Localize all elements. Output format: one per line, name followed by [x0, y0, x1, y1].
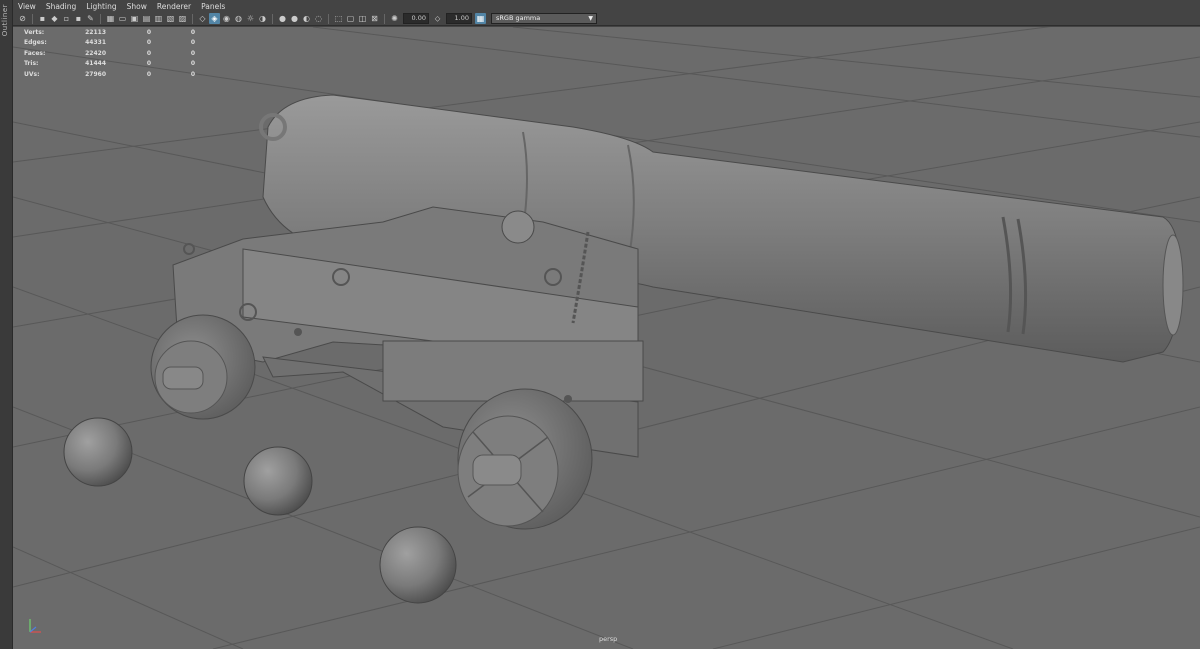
- safe-action-icon[interactable]: ▧: [165, 13, 176, 24]
- toolbar-divider: [384, 13, 385, 24]
- hud-value: 0: [146, 28, 151, 36]
- hud-value: 0: [146, 39, 151, 47]
- hud-label: Verts:: [24, 28, 45, 36]
- field-chart-icon[interactable]: ▥: [153, 13, 164, 24]
- hud-label: Tris:: [24, 60, 39, 68]
- toolbar-divider: [328, 13, 329, 24]
- exposure-icon[interactable]: ✺: [389, 13, 400, 24]
- wireframe-on-shaded-icon[interactable]: ◉: [221, 13, 232, 24]
- 3d-viewport[interactable]: Verts: 22113 0 0 Edges: 44331 0 0 Faces: 22420 0…: [13, 27, 1200, 649]
- cannonball-3: [379, 526, 457, 604]
- xray-icon[interactable]: ▢: [345, 13, 356, 24]
- color-space-value: sRGB gamma: [496, 14, 541, 22]
- chevron-down-icon: ▼: [588, 15, 593, 22]
- toolbar-divider: [272, 13, 273, 24]
- poly-count-hud: Verts: 22113 0 0 Edges: 44331 0 0 Faces: 22420 0…: [24, 27, 195, 80]
- hud-label: UVs:: [24, 70, 40, 78]
- motion-blur-icon[interactable]: ●: [289, 13, 300, 24]
- smooth-shade-icon[interactable]: ◈: [209, 13, 220, 24]
- hud-value: 0: [146, 49, 151, 57]
- menu-show[interactable]: Show: [122, 2, 152, 11]
- image-plane-icon[interactable]: ▫: [61, 13, 72, 24]
- hud-value: 22420: [85, 49, 106, 57]
- menu-panels[interactable]: Panels: [196, 2, 230, 11]
- textured-icon[interactable]: ◍: [233, 13, 244, 24]
- resolution-gate-icon[interactable]: ▣: [129, 13, 140, 24]
- hud-value: 0: [190, 28, 195, 36]
- view-transform-icon[interactable]: ▦: [475, 13, 486, 24]
- film-gate-icon[interactable]: ▭: [117, 13, 128, 24]
- hud-value: 0: [190, 49, 195, 57]
- menu-shading[interactable]: Shading: [41, 2, 81, 11]
- safe-title-icon[interactable]: ▨: [177, 13, 188, 24]
- menu-renderer[interactable]: Renderer: [152, 2, 196, 11]
- hud-label: Faces:: [24, 49, 46, 57]
- multisample-aa-icon[interactable]: ◐: [301, 13, 312, 24]
- shadows-icon[interactable]: ◑: [257, 13, 268, 24]
- hud-value: 44331: [85, 39, 106, 47]
- toolbar-divider: [100, 13, 101, 24]
- view-axis-icon: [29, 619, 41, 633]
- bookmarks-icon[interactable]: ◆: [49, 13, 60, 24]
- select-camera-icon[interactable]: ⊘: [17, 13, 28, 24]
- gamma-icon[interactable]: ⬦: [432, 13, 443, 24]
- panel-toolbar: ⊘ ▪ ◆ ▫ ▪ ✎ ▦ ▭ ▣ ▤ ▥ ▧ ▨ ◇ ◈ ◉ ◍ ☼ ◑ ● …: [13, 12, 1200, 26]
- carriage-wheel-right: [457, 388, 593, 530]
- outliner-tab[interactable]: Outliner: [0, 0, 13, 649]
- hud-value: 0: [146, 60, 151, 68]
- hud-label: Edges:: [24, 39, 47, 47]
- hud-value: 27960: [85, 70, 106, 78]
- xray-active-components-icon[interactable]: ◫: [357, 13, 368, 24]
- hud-row-tris: Tris: 41444 0 0: [24, 59, 195, 70]
- hud-value: 22113: [85, 28, 106, 36]
- exposure-field[interactable]: 0.00: [403, 13, 429, 24]
- depth-of-field-icon[interactable]: ◌: [313, 13, 324, 24]
- carriage-wheel-left: [150, 314, 256, 420]
- hud-row-edges: Edges: 44331 0 0: [24, 38, 195, 49]
- hud-value: 0: [190, 39, 195, 47]
- isolate-select-icon[interactable]: ⬚: [333, 13, 344, 24]
- camera-name-label: persp: [599, 635, 618, 643]
- gate-mask-icon[interactable]: ▤: [141, 13, 152, 24]
- cannonball-1: [63, 417, 133, 487]
- hud-value: 0: [190, 60, 195, 68]
- menu-view[interactable]: View: [13, 2, 41, 11]
- toolbar-divider: [192, 13, 193, 24]
- screen-space-ao-icon[interactable]: ●: [277, 13, 288, 24]
- grid-icon[interactable]: ▦: [105, 13, 116, 24]
- viewport-menu-bar: View Shading Lighting Show Renderer Pane…: [13, 0, 1200, 12]
- 2d-pan-zoom-icon[interactable]: ▪: [73, 13, 84, 24]
- hud-value: 41444: [85, 60, 106, 68]
- grease-pencil-icon[interactable]: ✎: [85, 13, 96, 24]
- hud-row-faces: Faces: 22420 0 0: [24, 48, 195, 59]
- hud-value: 0: [190, 70, 195, 78]
- xray-joints-icon[interactable]: ⊠: [369, 13, 380, 24]
- gamma-field[interactable]: 1.00: [446, 13, 472, 24]
- hud-value: 0: [146, 70, 151, 78]
- hud-row-verts: Verts: 22113 0 0: [24, 27, 195, 38]
- color-space-dropdown[interactable]: sRGB gamma ▼: [491, 13, 597, 24]
- outliner-tab-label: Outliner: [1, 4, 9, 37]
- cannonball-2: [243, 446, 313, 516]
- use-all-lights-icon[interactable]: ☼: [245, 13, 256, 24]
- menu-lighting[interactable]: Lighting: [81, 2, 121, 11]
- wireframe-icon[interactable]: ◇: [197, 13, 208, 24]
- toolbar-divider: [32, 13, 33, 24]
- camera-attributes-icon[interactable]: ▪: [37, 13, 48, 24]
- scene-render: [13, 27, 1200, 649]
- hud-row-uvs: UVs: 27960 0 0: [24, 69, 195, 80]
